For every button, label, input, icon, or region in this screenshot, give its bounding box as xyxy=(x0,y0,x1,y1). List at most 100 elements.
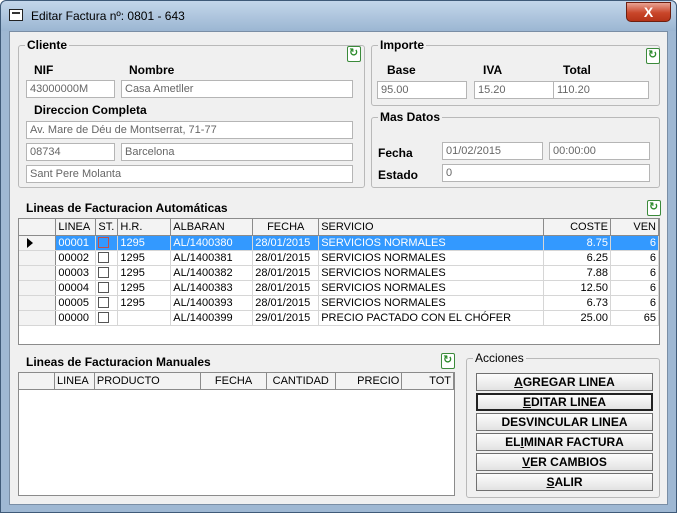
cell-hr: 1295 xyxy=(117,235,172,251)
cell-coste: 25.00 xyxy=(543,310,611,326)
cell-servicio: SERVICIOS NORMALES xyxy=(318,280,545,296)
cell-ven: 6 xyxy=(610,235,659,251)
status-checkbox[interactable] xyxy=(98,282,110,294)
window-title: Editar Factura nº: 0801 - 643 xyxy=(31,9,185,23)
col-ven[interactable]: VEN xyxy=(610,219,659,236)
cell-servicio: SERVICIOS NORMALES xyxy=(318,265,545,281)
cell-coste: 6.73 xyxy=(543,295,611,311)
row-selector[interactable] xyxy=(19,280,57,296)
base-label: Base xyxy=(387,63,416,77)
editar-linea-button[interactable]: EDITAR LINEA xyxy=(476,393,653,411)
nif-label: NIF xyxy=(34,63,54,77)
cell-linea: 00002 xyxy=(55,250,97,266)
iva-label: IVA xyxy=(483,63,503,77)
cell-st[interactable] xyxy=(95,295,119,311)
table-row[interactable]: 00001 1295 AL/1400380 28/01/2015 SERVICI… xyxy=(19,235,659,251)
close-button[interactable]: X xyxy=(626,2,671,22)
status-checkbox[interactable] xyxy=(98,237,110,249)
row-selector[interactable] xyxy=(19,235,57,251)
cell-fecha: 28/01/2015 xyxy=(252,265,320,281)
auto-lines-grid: LINEA ST. H.R. ALBARAN FECHA SERVICIO CO… xyxy=(18,218,660,345)
edit-invoice-window: Editar Factura nº: 0801 - 643 X Cliente … xyxy=(0,0,677,513)
table-row[interactable]: 00002 1295 AL/1400381 28/01/2015 SERVICI… xyxy=(19,250,659,266)
manual-lines-title: Lineas de Facturacion Manuales xyxy=(26,355,211,369)
status-checkbox[interactable] xyxy=(98,297,110,309)
table-row[interactable]: 00000 AL/1400399 29/01/2015 PRECIO PACTA… xyxy=(19,310,659,326)
col-hr[interactable]: H.R. xyxy=(117,219,172,236)
cell-linea: 00004 xyxy=(55,280,97,296)
manual-refresh-icon[interactable] xyxy=(441,353,455,369)
cell-ven: 6 xyxy=(610,265,659,281)
col-albaran[interactable]: ALBARAN xyxy=(170,219,254,236)
fecha-label: Fecha xyxy=(378,146,413,160)
col-coste[interactable]: COSTE xyxy=(543,219,611,236)
cell-st[interactable] xyxy=(95,235,119,251)
cell-coste: 8.75 xyxy=(543,235,611,251)
status-checkbox[interactable] xyxy=(98,312,110,324)
cell-st[interactable] xyxy=(95,250,119,266)
cell-linea: 00001 xyxy=(55,235,97,251)
total-label: Total xyxy=(563,63,591,77)
cell-st[interactable] xyxy=(95,280,119,296)
row-header-corner xyxy=(19,373,55,390)
title-bar[interactable]: Editar Factura nº: 0801 - 643 X xyxy=(1,1,676,31)
cliente-refresh-icon[interactable] xyxy=(347,46,361,62)
col-servicio[interactable]: SERVICIO xyxy=(318,219,545,236)
ver-cambios-button[interactable]: VER CAMBIOS xyxy=(476,453,653,471)
auto-lines-table: LINEA ST. H.R. ALBARAN FECHA SERVICIO CO… xyxy=(19,219,659,326)
salir-button[interactable]: SALIR xyxy=(476,473,653,491)
col-cantidad[interactable]: CANTIDAD xyxy=(266,373,336,390)
col-linea[interactable]: LINEA xyxy=(54,373,95,390)
col-producto[interactable]: PRODUCTO xyxy=(94,373,202,390)
row-selector[interactable] xyxy=(19,250,57,266)
auto-lines-title: Lineas de Facturacion Automáticas xyxy=(26,201,228,215)
row-selector[interactable] xyxy=(19,295,57,311)
cell-ven: 6 xyxy=(610,280,659,296)
estado-field[interactable]: 0 xyxy=(442,164,650,182)
cell-st[interactable] xyxy=(95,310,119,326)
iva-field[interactable]: 15.20 xyxy=(474,81,554,99)
table-row[interactable]: 00004 1295 AL/1400383 28/01/2015 SERVICI… xyxy=(19,280,659,296)
nif-field[interactable]: 43000000M xyxy=(26,80,115,98)
cell-ven: 65 xyxy=(610,310,659,326)
window-icon xyxy=(9,9,23,21)
cell-servicio: SERVICIOS NORMALES xyxy=(318,295,545,311)
row-selector[interactable] xyxy=(19,265,57,281)
col-precio[interactable]: PRECIO xyxy=(335,373,403,390)
cell-albaran: AL/1400383 xyxy=(170,280,254,296)
base-field[interactable]: 95.00 xyxy=(377,81,467,99)
cell-st[interactable] xyxy=(95,265,119,281)
col-tot[interactable]: TOT xyxy=(401,373,454,390)
col-linea[interactable]: LINEA xyxy=(55,219,97,236)
nombre-field[interactable]: Casa Ametller xyxy=(121,80,353,98)
cp-field[interactable]: 08734 xyxy=(26,143,115,161)
eliminar-factura-button[interactable]: ELIMINAR FACTURA xyxy=(476,433,653,451)
auto-refresh-icon[interactable] xyxy=(647,200,661,216)
manual-lines-table: LINEA PRODUCTO FECHA CANTIDAD PRECIO TOT xyxy=(19,373,454,390)
total-field[interactable]: 110.20 xyxy=(553,81,649,99)
cell-albaran: AL/1400381 xyxy=(170,250,254,266)
table-row[interactable]: 00005 1295 AL/1400393 28/01/2015 SERVICI… xyxy=(19,295,659,311)
cell-hr: 1295 xyxy=(117,250,172,266)
direccion-field[interactable]: Av. Mare de Déu de Montserrat, 71-77 xyxy=(26,121,353,139)
cell-servicio: PRECIO PACTADO CON EL CHÓFER xyxy=(318,310,545,326)
hora-field[interactable]: 00:00:00 xyxy=(549,142,650,160)
status-checkbox[interactable] xyxy=(98,252,110,264)
cell-ven: 6 xyxy=(610,250,659,266)
row-selector[interactable] xyxy=(19,310,57,326)
fecha-field[interactable]: 01/02/2015 xyxy=(442,142,543,160)
status-checkbox[interactable] xyxy=(98,267,110,279)
cell-servicio: SERVICIOS NORMALES xyxy=(318,250,545,266)
col-st[interactable]: ST. xyxy=(95,219,119,236)
agregar-linea-button[interactable]: AGREGAR LINEA xyxy=(476,373,653,391)
col-fecha[interactable]: FECHA xyxy=(252,219,320,236)
cell-servicio: SERVICIOS NORMALES xyxy=(318,235,545,251)
ciudad-field[interactable]: Barcelona xyxy=(121,143,353,161)
poblacion-field[interactable]: Sant Pere Molanta xyxy=(26,165,353,183)
cell-fecha: 29/01/2015 xyxy=(252,310,320,326)
col-fecha[interactable]: FECHA xyxy=(200,373,267,390)
table-row[interactable]: 00003 1295 AL/1400382 28/01/2015 SERVICI… xyxy=(19,265,659,281)
cell-coste: 7.88 xyxy=(543,265,611,281)
desvincular-linea-button[interactable]: DESVINCULAR LINEA xyxy=(476,413,653,431)
importe-refresh-icon[interactable] xyxy=(646,48,660,64)
